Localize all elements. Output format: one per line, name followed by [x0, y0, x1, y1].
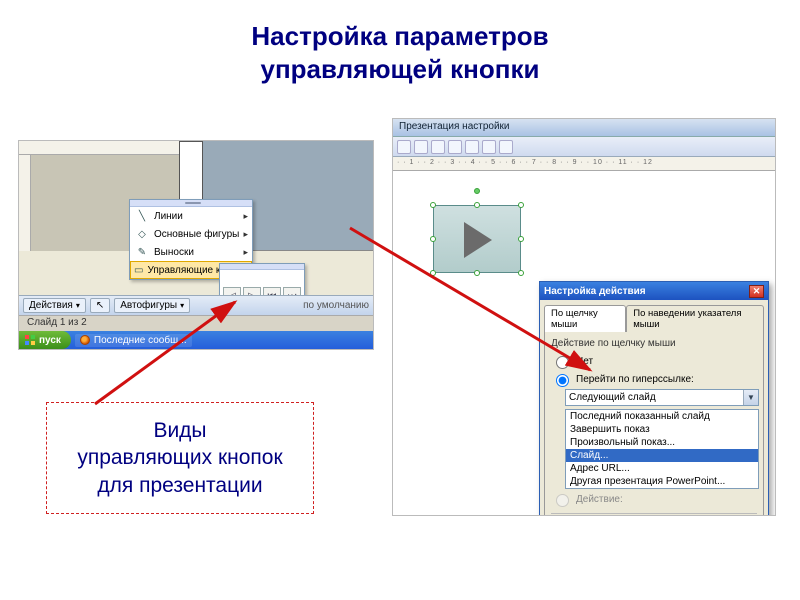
dialog-body: Действие по щелчку мыши Нет Перейти по г… [544, 331, 764, 516]
hyperlink-dropdown-list: Последний показанный слайдЗавершить пока… [565, 409, 759, 489]
firefox-icon [80, 335, 90, 345]
dialog-titlebar[interactable]: Настройка действия ✕ [540, 282, 768, 300]
submenu-item-basic-shapes[interactable]: ◇ Основные фигуры ▸ [130, 225, 252, 243]
submenu-label: Выноски [154, 247, 194, 258]
basic-shapes-icon: ◇ [134, 227, 150, 241]
ruler-left [19, 155, 31, 251]
caption-line: Виды [153, 419, 206, 442]
radio-label: Нет [576, 356, 593, 367]
radio-label: Перейти по гиперссылке: [576, 374, 694, 385]
taskbar-label: Последние сообщ... [94, 335, 187, 346]
windows-taskbar: пуск Последние сообщ... [19, 331, 373, 349]
autoshapes-screenshot: ╲ Линии ▸ ◇ Основные фигуры ▸ ✎ Выноски … [18, 140, 374, 350]
caption-line: для презентации [97, 474, 262, 497]
dropdown-option[interactable]: Произвольный показ... [566, 436, 758, 449]
dialog-tabs: По щелчку мыши По наведении указателя мы… [540, 300, 768, 331]
toolbar-icon[interactable] [448, 140, 462, 154]
window-title: Презентация настройки [393, 119, 775, 137]
radio-none[interactable]: Нет [551, 353, 757, 369]
toolbar-icon[interactable] [414, 140, 428, 154]
action-button-shape[interactable] [433, 205, 521, 273]
toolbar-icon[interactable] [482, 140, 496, 154]
chevron-right-icon: ▸ [243, 211, 248, 222]
title-line-2: управляющей кнопки [261, 54, 540, 84]
autoshapes-button[interactable]: Автофигуры ▾ [114, 298, 190, 313]
pointer-tool-button[interactable]: ↖ [90, 298, 110, 313]
dropdown-option[interactable]: Адрес URL... [566, 462, 758, 475]
radio-label: Действие: [576, 494, 623, 505]
resize-handle[interactable] [518, 202, 524, 208]
caption-line: управляющих кнопок [77, 446, 282, 469]
title-line-1: Настройка параметров [251, 21, 548, 51]
default-style-label: по умолчанию [303, 300, 369, 311]
slide-canvas: Настройка действия ✕ По щелчку мыши По н… [393, 171, 775, 516]
windows-logo-icon [25, 335, 35, 345]
action-settings-dialog: Настройка действия ✕ По щелчку мыши По н… [539, 281, 769, 516]
btn-label: Действия [29, 300, 73, 311]
palette-grip[interactable] [220, 264, 304, 270]
slide-title: Настройка параметров управляющей кнопки [0, 0, 800, 103]
tab-on-click[interactable]: По щелчку мыши [544, 305, 626, 332]
ruler-top [19, 141, 179, 155]
submenu-item-lines[interactable]: ╲ Линии ▸ [130, 207, 252, 225]
resize-handle[interactable] [430, 202, 436, 208]
status-bar: Слайд 1 из 2 [19, 315, 373, 331]
toolbar-icon[interactable] [465, 140, 479, 154]
toolbar-icon[interactable] [431, 140, 445, 154]
btn-label: Автофигуры [120, 300, 177, 311]
close-button[interactable]: ✕ [749, 285, 764, 298]
resize-handle[interactable] [518, 270, 524, 276]
resize-handle[interactable] [430, 236, 436, 242]
chevron-right-icon: ▸ [243, 247, 248, 258]
chevron-down-icon: ▾ [76, 301, 80, 310]
drawing-toolbar: Действия ▾ ↖ Автофигуры ▾ по умолчанию [19, 295, 373, 315]
start-label: пуск [39, 335, 61, 346]
submenu-grip[interactable] [130, 200, 252, 207]
resize-handle[interactable] [518, 236, 524, 242]
start-button[interactable]: пуск [19, 331, 71, 349]
chevron-right-icon: ▸ [243, 229, 248, 240]
dropdown-option[interactable]: Слайд... [566, 449, 758, 462]
formatting-toolbar [393, 137, 775, 157]
submenu-item-callouts[interactable]: ✎ Выноски ▸ [130, 243, 252, 261]
radio-input[interactable] [556, 374, 569, 387]
dropdown-option[interactable]: Другая презентация PowerPoint... [566, 475, 758, 488]
play-icon [464, 222, 492, 258]
resize-handle[interactable] [474, 202, 480, 208]
radio-run-action[interactable]: Действие: [551, 491, 757, 507]
taskbar-item-firefox[interactable]: Последние сообщ... [75, 334, 192, 347]
dialog-title: Настройка действия [544, 286, 646, 297]
dropdown-option[interactable]: Последний показанный слайд [566, 410, 758, 423]
resize-handle[interactable] [430, 270, 436, 276]
group-label: Действие по щелчку мыши [551, 338, 757, 349]
chevron-down-icon: ▾ [180, 301, 184, 310]
ruler: · · 1 · · 2 · · 3 · · 4 · · 5 · · 6 · · … [393, 157, 775, 171]
rotate-handle[interactable] [474, 188, 480, 194]
status-text: Слайд 1 из 2 [27, 317, 87, 328]
chevron-down-icon[interactable]: ▼ [743, 390, 758, 405]
submenu-label: Линии [154, 211, 183, 222]
annotation-caption: Виды управляющих кнопок для презентации [46, 402, 314, 514]
lines-icon: ╲ [134, 209, 150, 223]
action-settings-screenshot: Презентация настройки · · 1 · · 2 · · 3 … [392, 118, 776, 516]
hyperlink-combobox[interactable]: Следующий слайд ▼ [565, 389, 759, 406]
radio-input [556, 494, 569, 507]
resize-handle[interactable] [474, 270, 480, 276]
combo-value: Следующий слайд [569, 392, 656, 403]
toolbar-icon[interactable] [499, 140, 513, 154]
tab-on-hover[interactable]: По наведении указателя мыши [626, 305, 764, 332]
toolbar-icon[interactable] [397, 140, 411, 154]
radio-input[interactable] [556, 356, 569, 369]
dropdown-option[interactable]: Завершить показ [566, 423, 758, 436]
action-buttons-icon: ▭ [134, 263, 143, 277]
callouts-icon: ✎ [134, 245, 150, 259]
submenu-label: Основные фигуры [154, 229, 239, 240]
actions-button[interactable]: Действия ▾ [23, 298, 86, 313]
radio-hyperlink[interactable]: Перейти по гиперссылке: [551, 371, 757, 387]
